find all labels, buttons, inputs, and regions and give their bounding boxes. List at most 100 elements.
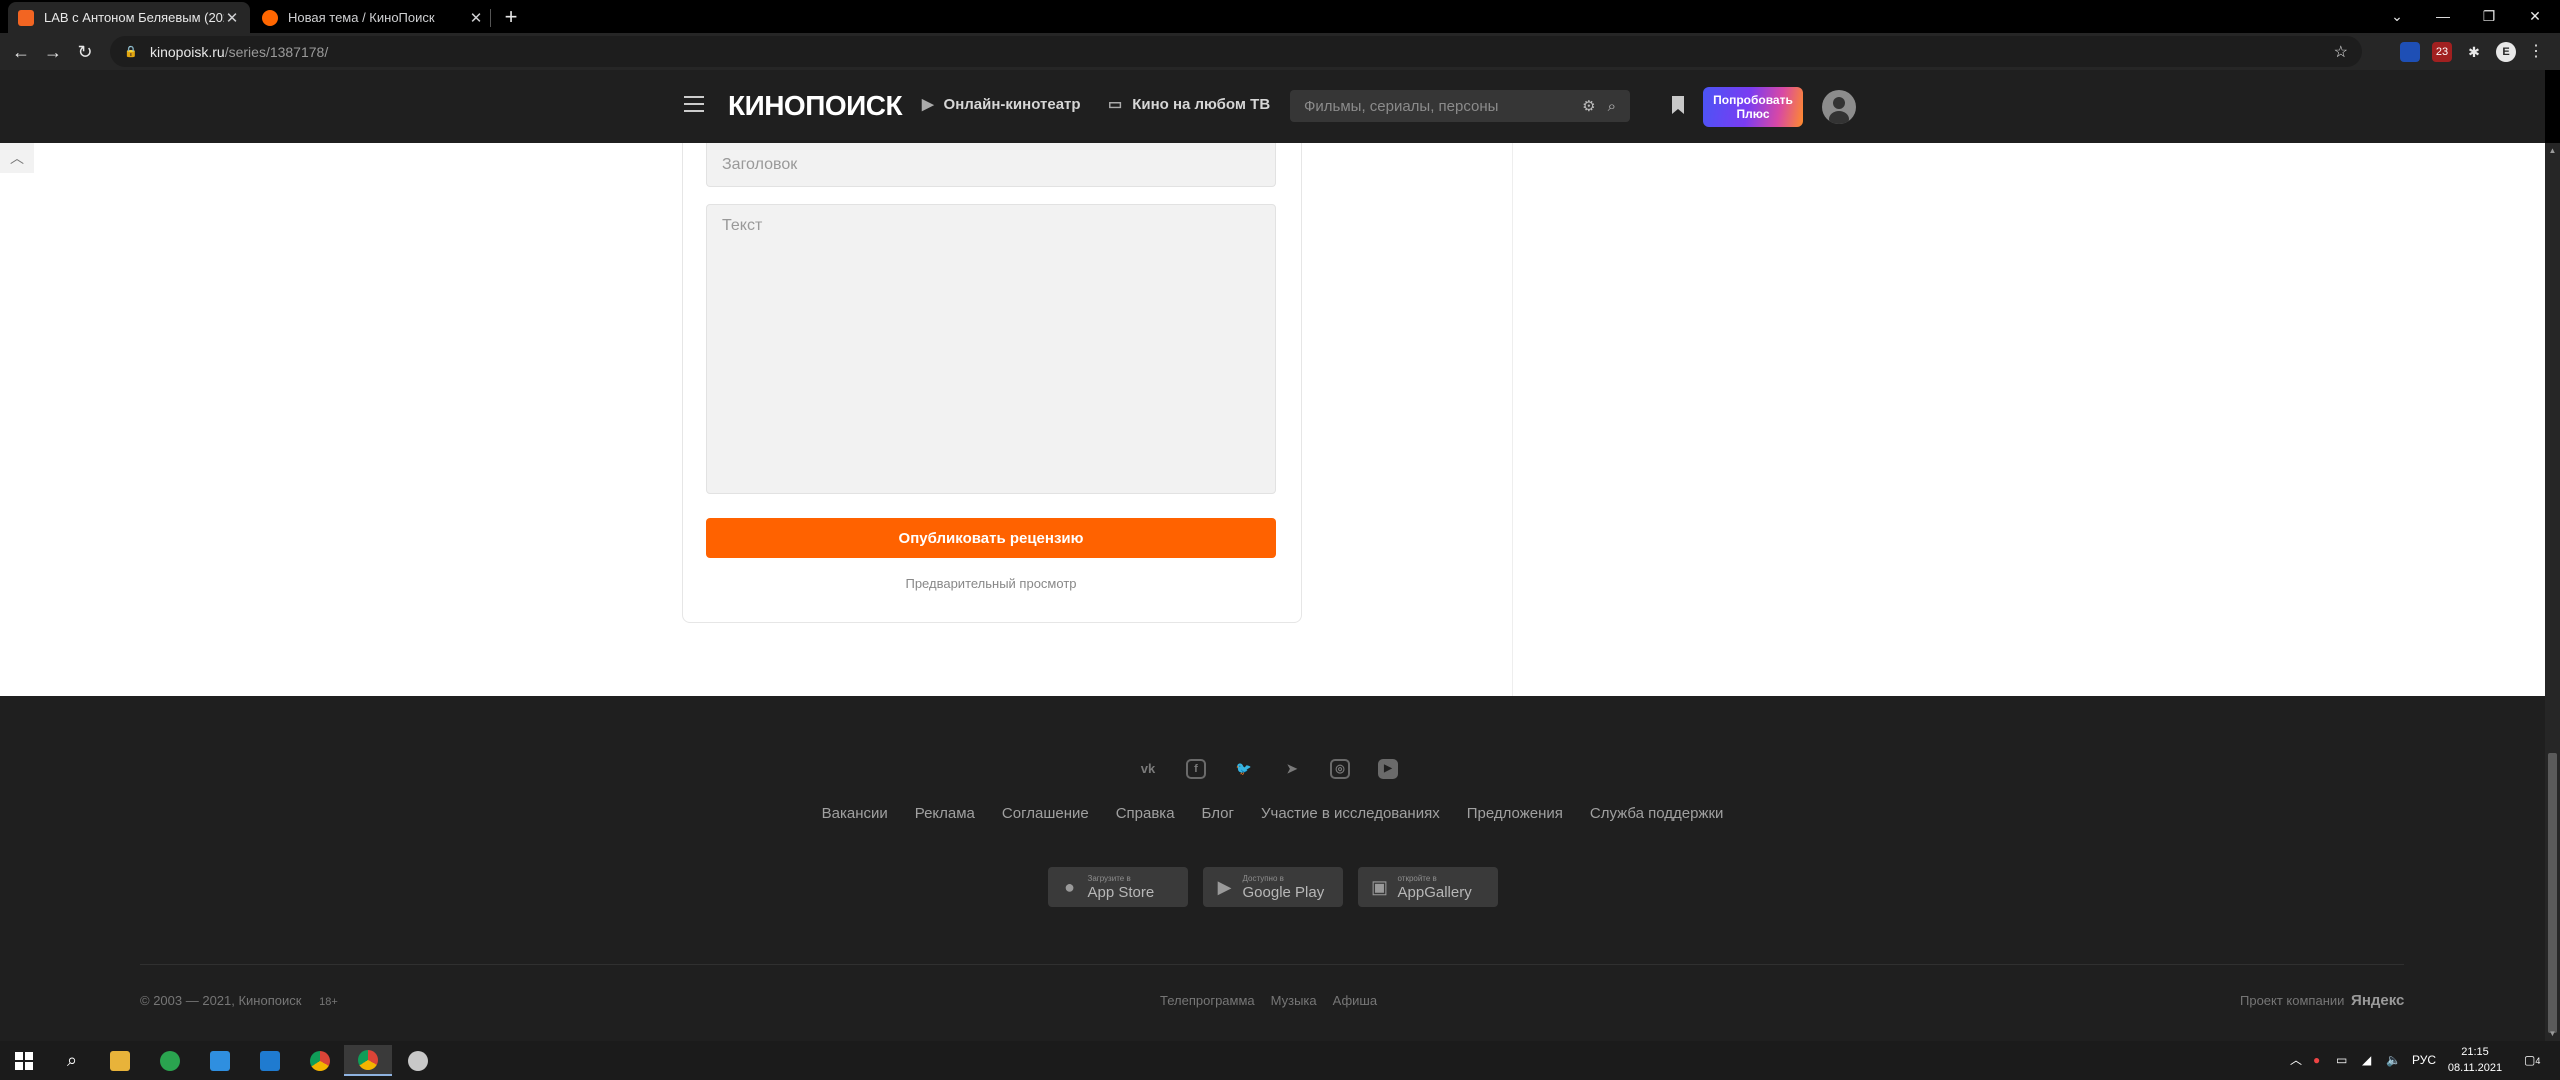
browser-toolbar: ← → ↻ 🔒 kinopoisk.ru /series/1387178/ ☆ …	[0, 33, 2560, 70]
preview-link[interactable]: Предварительный просмотр	[706, 576, 1276, 591]
tray-overflow-chevron-icon[interactable]: ︿	[2290, 1041, 2302, 1080]
battery-icon[interactable]: ▭	[2336, 1041, 2347, 1080]
tab-title: LAB с Антоном Беляевым (2020	[44, 10, 224, 25]
footer-link-help[interactable]: Справка	[1116, 805, 1175, 822]
badge-extension-icon[interactable]: 23	[2432, 42, 2452, 62]
search-input[interactable]	[1304, 97, 1571, 115]
footer-link-ads[interactable]: Реклама	[915, 805, 975, 822]
tv-icon: ▭	[1108, 96, 1123, 113]
puzzle-extension-icon[interactable]: ✱	[2464, 42, 2484, 62]
address-bar[interactable]: 🔒 kinopoisk.ru /series/1387178/ ☆	[110, 36, 2362, 67]
scroll-up-chevron-icon[interactable]: ︿	[0, 143, 34, 173]
footer-link-tv-guide[interactable]: Телепрограмма	[1160, 993, 1255, 1008]
user-avatar[interactable]	[1822, 90, 1856, 124]
google-play-button[interactable]: ▶ Доступно в Google Play	[1202, 867, 1343, 907]
tab-search-button[interactable]: ⌄	[2374, 0, 2420, 33]
search-icon[interactable]: ⌕	[48, 1045, 96, 1076]
store-name: App Store	[1087, 884, 1155, 901]
forward-button[interactable]: →	[38, 37, 68, 67]
windows-start-icon[interactable]	[0, 1045, 48, 1076]
footer-link-research[interactable]: Участие в исследованиях	[1261, 805, 1440, 822]
bookmark-star-icon[interactable]: ☆	[2334, 42, 2348, 62]
footer-link-suggestions[interactable]: Предложения	[1467, 805, 1563, 822]
clock-date: 08.11.2021	[2447, 1062, 2503, 1074]
vk-icon[interactable]: vk	[1138, 759, 1158, 779]
twitter-icon[interactable]: 🐦	[1234, 759, 1254, 779]
taskbar-clock[interactable]: 21:15 08.11.2021	[2430, 1044, 2520, 1076]
scrollbar-thumb[interactable]	[2548, 753, 2557, 1033]
review-title-input[interactable]	[706, 143, 1276, 187]
scroll-down-arrow-icon[interactable]: ▼	[2545, 1026, 2560, 1041]
browser-menu-icon[interactable]: ⋮	[2526, 42, 2546, 62]
close-icon[interactable]: ✕	[468, 9, 484, 27]
facebook-icon[interactable]: f	[1186, 759, 1206, 779]
footer-link-agreement[interactable]: Соглашение	[1002, 805, 1089, 822]
review-text-input[interactable]	[706, 204, 1276, 494]
profile-avatar-icon[interactable]: E	[2496, 42, 2516, 62]
footer-bottom-links: Телепрограмма Музыка Афиша	[1160, 993, 1377, 1008]
footer-link-afisha[interactable]: Афиша	[1333, 993, 1377, 1008]
footer-divider	[140, 964, 2404, 965]
restore-button[interactable]: ❐	[2466, 0, 2512, 33]
bookmark-icon[interactable]	[1672, 96, 1684, 114]
huawei-icon: ▣	[1370, 876, 1388, 897]
instagram-icon[interactable]: ◎	[1330, 759, 1350, 779]
kinopoisk-favicon-icon	[18, 9, 34, 26]
file-explorer-icon[interactable]	[96, 1045, 144, 1076]
volume-icon[interactable]: 🔈	[2386, 1041, 2401, 1080]
network-icon[interactable]: ◢	[2362, 1041, 2371, 1080]
kinopoisk-logo[interactable]: КИНОПОИСК	[728, 90, 903, 122]
footer-link-support[interactable]: Служба поддержки	[1590, 805, 1724, 822]
site-header: КИНОПОИСК ▶ Онлайн-кинотеатр ▭ Кино на л…	[0, 70, 2545, 143]
app-blue-icon[interactable]	[196, 1045, 244, 1076]
tray-app-icon[interactable]: ●	[2313, 1041, 2320, 1080]
page-scrollbar[interactable]: ▲ ▼	[2545, 143, 2560, 1041]
tab-new-topic[interactable]: Новая тема / КиноПоиск ✕	[252, 2, 494, 33]
new-tab-button[interactable]: +	[498, 4, 524, 30]
site-footer: vk f 🐦 ➤ ◎ ▶ Вакансии Реклама Соглашение…	[0, 696, 2545, 1041]
app-gallery-button[interactable]: ▣ откройте в AppGallery	[1357, 867, 1498, 907]
notifications-icon[interactable]: ▢4	[2524, 1041, 2540, 1080]
search-icon[interactable]: ⌕	[1608, 98, 1616, 115]
menu-icon[interactable]	[684, 96, 704, 112]
close-window-button[interactable]: ✕	[2512, 0, 2558, 33]
url-host: kinopoisk.ru	[150, 43, 225, 60]
lock-icon[interactable]: 🔒	[124, 45, 138, 58]
publish-review-button[interactable]: Опубликовать рецензию	[706, 518, 1276, 558]
reload-button[interactable]: ↻	[70, 37, 100, 67]
nav-tv[interactable]: ▭ Кино на любом ТВ	[1108, 95, 1271, 114]
app-shield-icon[interactable]	[394, 1045, 442, 1076]
app-store-button[interactable]: ● Загрузите в App Store	[1047, 867, 1188, 907]
footer-link-music[interactable]: Музыка	[1271, 993, 1317, 1008]
tab-separator	[490, 9, 491, 27]
copyright-text: © 2003 — 2021, Кинопоиск	[140, 993, 302, 1008]
company-credit[interactable]: Проект компании Яндекс	[2240, 992, 2404, 1009]
telegram-icon[interactable]: ➤	[1282, 759, 1302, 779]
close-icon[interactable]: ✕	[224, 9, 240, 27]
shield-extension-icon[interactable]	[2400, 42, 2420, 62]
tab-lab[interactable]: LAB с Антоном Беляевым (2020 ✕	[8, 2, 250, 33]
chrome-icon[interactable]	[296, 1045, 344, 1076]
clock-time: 21:15	[2461, 1046, 2489, 1058]
nav-label: Кино на любом ТВ	[1132, 95, 1271, 113]
age-rating: 18+	[319, 996, 338, 1008]
kinopoisk-favicon-icon	[262, 9, 278, 26]
notification-count: 4	[2535, 1056, 2541, 1066]
search-box: ⚙ ⌕	[1290, 90, 1630, 122]
try-plus-button[interactable]: Попробовать Плюс	[1703, 87, 1803, 127]
yandex-logo: Яндекс	[2351, 992, 2405, 1009]
plus-button-line2: Плюс	[1736, 107, 1770, 121]
app-green-icon[interactable]	[146, 1045, 194, 1076]
back-button[interactable]: ←	[6, 37, 36, 67]
filter-sliders-icon[interactable]: ⚙	[1582, 97, 1595, 115]
store-name: AppGallery	[1397, 884, 1472, 901]
vscode-icon[interactable]	[246, 1045, 294, 1076]
scroll-up-arrow-icon[interactable]: ▲	[2545, 143, 2560, 158]
youtube-icon[interactable]: ▶	[1378, 759, 1398, 779]
footer-link-blog[interactable]: Блог	[1202, 805, 1234, 822]
minimize-button[interactable]: —	[2420, 0, 2466, 33]
chrome-active-icon[interactable]	[344, 1045, 392, 1076]
nav-online-cinema[interactable]: ▶ Онлайн-кинотеатр	[922, 95, 1081, 114]
footer-link-vacancies[interactable]: Вакансии	[822, 805, 888, 822]
windows-taskbar: ⌕ ︿ ● ▭ ◢ 🔈 РУС 21:15 08.11.2021 ▢4	[0, 1041, 2560, 1080]
